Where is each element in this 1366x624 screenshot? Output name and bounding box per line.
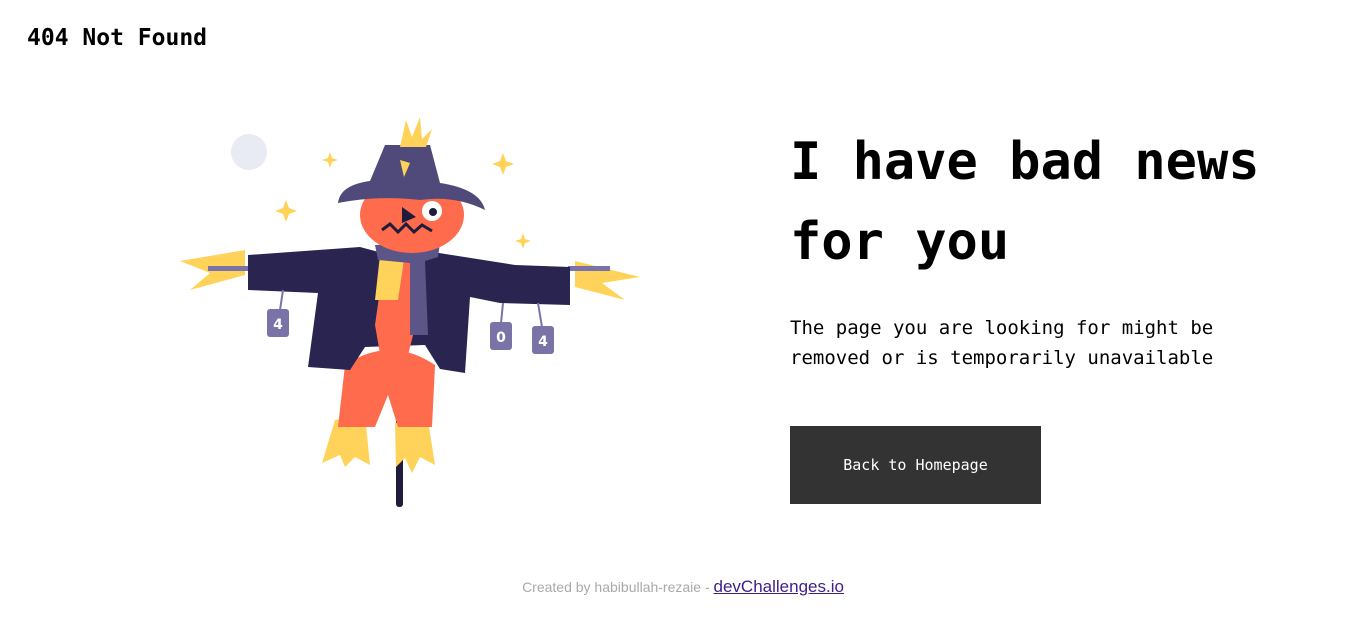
scarecrow-illustration: 4 0 4 <box>170 115 650 515</box>
footer-credit: Created by habibullah-rezaie - <box>522 579 714 595</box>
moon-icon <box>231 134 267 170</box>
can-label: 0 <box>496 330 506 346</box>
footer: Created by habibullah-rezaie - devChalle… <box>0 575 1366 599</box>
can-label: 4 <box>538 334 548 350</box>
can-label: 4 <box>273 317 283 333</box>
back-to-homepage-button[interactable]: Back to Homepage <box>790 426 1041 504</box>
page-title: 404 Not Found <box>27 25 208 51</box>
error-headline: I have bad news for you <box>790 132 1260 272</box>
devchallenges-link[interactable]: devChallenges.io <box>714 577 844 596</box>
error-description: The page you are looking for might be re… <box>790 317 1214 369</box>
